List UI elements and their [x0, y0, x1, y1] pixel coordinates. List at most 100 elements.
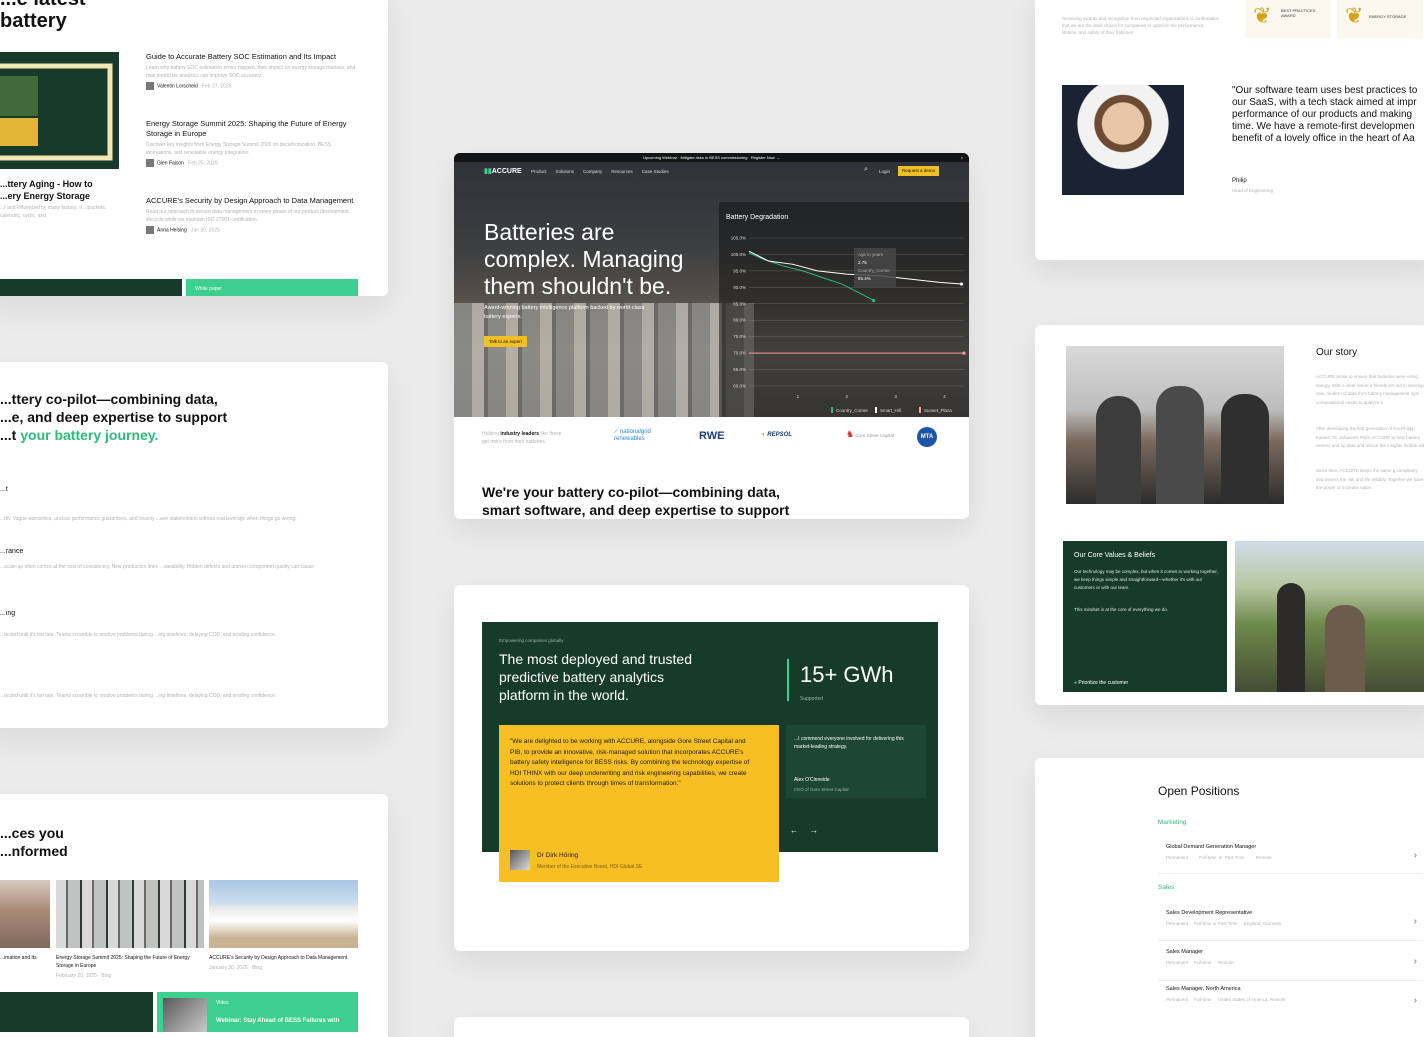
avatar	[146, 226, 154, 234]
nav-items: Product Solutions Company Resources Case…	[531, 169, 669, 174]
chart-legend-label: Sunset_Plaza	[924, 408, 952, 413]
copilot-card: ...ttery co-pilot—combining data, ...e, …	[0, 362, 388, 728]
person-shape	[1325, 605, 1365, 692]
prev-arrow-icon[interactable]: ←	[790, 826, 798, 835]
battery-illustration	[0, 52, 119, 169]
degradation-chart: 105.0% 100.0% 95.0% 90.0% 85.0% 80.0% 75.0% 70.…	[731, 236, 966, 413]
blog-article[interactable]: Guide to Accurate Battery SOC Estimation…	[146, 52, 356, 119]
stats-heading: The most deployed and trusted predictive…	[499, 651, 693, 703]
logo[interactable]: ▮▮ACCURE	[484, 167, 522, 175]
hero-section: Upcoming Webinar · Mitigate risks in BES…	[454, 153, 969, 417]
blog-heading: ...e latest battery	[0, 0, 86, 32]
job-listing[interactable]: Sales Manager, North America Permanent F…	[1158, 983, 1423, 1020]
chart-y-tick-label: 80.0%	[733, 318, 746, 323]
copilot-item: ...t ...rth. Vague warranties, unclear p…	[0, 486, 297, 522]
chevron-right-icon: ›	[1413, 850, 1417, 861]
top-nav: ▮▮ACCURE Product Solutions Company Resou…	[454, 162, 969, 182]
copilot-item: ...ing ...tected until it's too late. Te…	[0, 610, 277, 638]
avatar	[146, 159, 154, 167]
resources-dark-tile[interactable]	[0, 992, 153, 1032]
resource-item[interactable]: ACCURE's Security by Design Approach to …	[209, 880, 358, 972]
philip-photo	[1062, 85, 1184, 195]
chart-y-tick-label: 90.0%	[733, 285, 746, 290]
nav-product[interactable]: Product	[531, 169, 547, 174]
chart-tooltip-text: 2.75	[858, 260, 867, 265]
chart-y-tick-label: 65.0%	[733, 367, 746, 372]
award-badge: ❦ BEST PRACTICES AWARD	[1245, 0, 1331, 38]
resources-heading: ...ces you ...nformed	[0, 825, 68, 859]
resource-item[interactable]: ...imation and Its	[0, 880, 50, 962]
chart-y-tick-label: 105.0%	[731, 236, 746, 241]
chart-x-tick-label: 2	[845, 394, 848, 399]
chart-legend-swatch	[919, 407, 921, 413]
server-room-image	[56, 880, 204, 948]
close-icon[interactable]: ×	[961, 153, 963, 162]
copilot-heading: ...ttery co-pilot—combining data, ...e, …	[0, 391, 228, 443]
job-listing[interactable]: Sales Development Representative Permane…	[1158, 904, 1423, 941]
chevron-right-icon: ›	[1413, 956, 1417, 967]
video-thumbnail	[163, 998, 207, 1032]
chart-series-point	[959, 282, 964, 286]
chart-y-tick-label: 85.0%	[733, 301, 746, 306]
chart-x-tick-label: 1	[797, 394, 800, 399]
talk-to-expert-button[interactable]: Talk to an expert	[484, 336, 528, 347]
job-listing[interactable]: Global Demand Generation Manager Permane…	[1158, 838, 1423, 874]
partner-logo-gorestreet: ♞ Gore Street Capital	[846, 429, 894, 439]
core-values-panel: Our Core Values & Beliefs Our technology…	[1063, 541, 1227, 692]
whitepaper-tile[interactable]: White paper	[186, 279, 358, 296]
blog-article[interactable]: ACCURE's Security by Design Approach to …	[146, 196, 356, 234]
testimonial-quote: "Our software team uses best practices t…	[1232, 85, 1418, 144]
chart-legend-swatch	[831, 407, 833, 413]
chevron-right-icon: ›	[1413, 995, 1417, 1006]
chart-tooltip-text: Country_Corner	[858, 268, 891, 273]
person-shape	[1156, 386, 1204, 504]
copilot-item: ...rance ...scale-up often comes at the …	[0, 548, 314, 570]
hero-headline: Batteries are complex. Managing them sho…	[484, 219, 684, 299]
resource-item[interactable]: Energy Storage Summit 2025: Shaping the …	[56, 880, 204, 980]
laurel-icon: ❦	[1253, 3, 1272, 28]
battery-icon	[0, 63, 113, 161]
avatar	[146, 82, 154, 90]
blog-footer-tile[interactable]	[0, 279, 182, 296]
nationalgrid-icon: ⟋	[614, 429, 619, 435]
nav-solutions[interactable]: Solutions	[556, 169, 575, 174]
quote-card-secondary: ...I commend everyone involved for deliv…	[786, 725, 926, 798]
request-demo-button[interactable]: Request a demo	[898, 166, 940, 176]
battery-containers-image	[209, 880, 358, 948]
jobs-card: Open Positions Marketing Global Demand G…	[1035, 758, 1424, 1037]
logo-mark-icon: ▮▮	[484, 168, 492, 175]
quote-card-primary: "We are delighted to be working with ACC…	[499, 725, 779, 882]
chart-y-tick-label: 60.0%	[733, 384, 746, 389]
stats-card: Empowering companies globally The most d…	[454, 585, 969, 951]
person-shape	[1096, 396, 1141, 504]
nav-case-studies[interactable]: Case Studies	[642, 169, 669, 174]
chevron-right-icon: ›	[1413, 916, 1417, 927]
next-card-peek	[454, 1017, 969, 1037]
blog-article[interactable]: Energy Storage Summit 2025: Shaping the …	[146, 119, 356, 196]
login-link[interactable]: Login	[879, 169, 890, 174]
search-icon[interactable]: ⌕	[864, 166, 868, 174]
chart-x-tick-label: 3	[894, 394, 897, 399]
blog-article-list: Guide to Accurate Battery SOC Estimation…	[146, 52, 356, 234]
next-arrow-icon[interactable]: →	[810, 826, 818, 835]
hero-sub: Award-winning battery intelligence platf…	[484, 305, 645, 320]
register-link[interactable]: Register Now →	[751, 155, 780, 160]
blog-card: ...e latest battery ...ttery Aging - How…	[0, 0, 388, 296]
award-badge: ❦ ENERGY STORAGE	[1337, 0, 1423, 38]
blog-left-article[interactable]: ...ttery Aging - How to ...ery Energy St…	[0, 178, 110, 220]
partners-row: Helping industry leaders like these get …	[454, 417, 969, 457]
person-shape	[1277, 583, 1305, 692]
nav-resources[interactable]: Resources	[611, 169, 633, 174]
copilot-teaser: We're your battery co-pilot—combining da…	[482, 484, 790, 518]
partner-logo-mta: MTA	[917, 427, 937, 447]
banner: Upcoming Webinar · Mitigate risks in BES…	[454, 153, 969, 162]
chart-legend-swatch	[875, 407, 877, 413]
video-tile[interactable]: Video Webinar: Stay Ahead of BESS Failur…	[157, 992, 358, 1032]
job-listing[interactable]: Sales Manager Permanent Full-time Remote…	[1158, 944, 1423, 981]
chart-y-tick-label: 75.0%	[733, 334, 746, 339]
chart-y-tick-label: 100.0%	[731, 252, 746, 257]
person-shape	[1221, 394, 1269, 504]
nav-company[interactable]: Company	[583, 169, 602, 174]
partner-logo-rwe: RWE	[699, 430, 725, 442]
chart-legend-label: Smart_Hill	[880, 408, 901, 413]
